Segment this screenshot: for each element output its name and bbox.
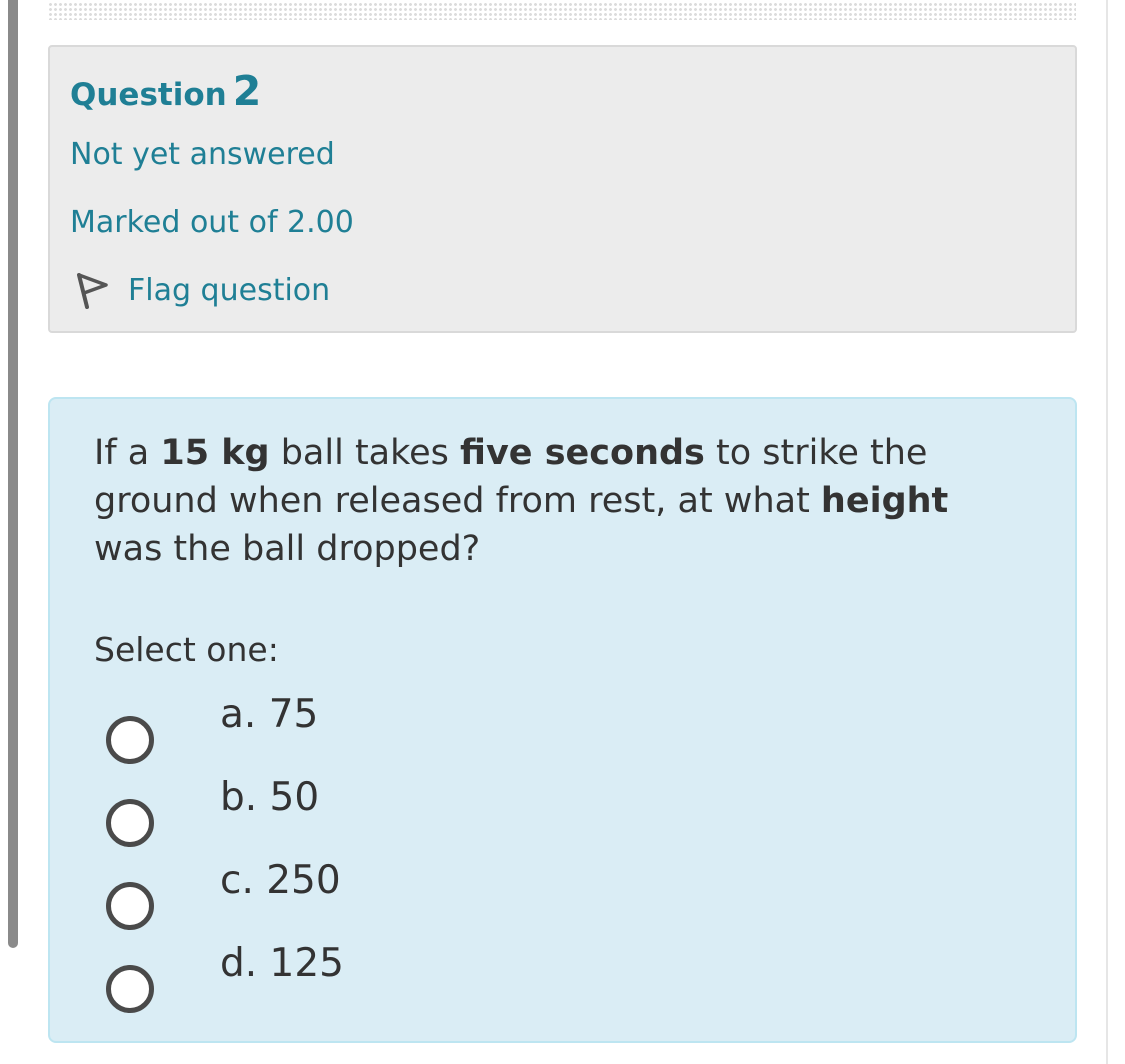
- radio-unchecked-icon[interactable]: [106, 715, 154, 764]
- answer-option-b[interactable]: b. 50: [106, 772, 706, 855]
- question-grade: Marked out of 2.00: [70, 205, 354, 240]
- question-text-emphasis: five seconds: [460, 433, 705, 473]
- answer-list: a. 75 b. 50 c. 250 d. 125: [106, 689, 706, 1021]
- answer-label-d[interactable]: d. 125: [220, 940, 344, 988]
- question-state: Not yet answered: [70, 137, 335, 172]
- question-info-panel: Question 2 Not yet answered Marked out of…: [48, 45, 1077, 333]
- question-text-part: ball takes: [269, 433, 461, 473]
- answer-label-c[interactable]: c. 250: [220, 857, 341, 905]
- question-text-emphasis: height: [820, 481, 949, 521]
- question-heading: Question 2: [70, 69, 261, 117]
- question-text-emphasis: 15 kg: [160, 433, 270, 473]
- answer-option-d[interactable]: d. 125: [106, 938, 706, 1021]
- question-content-panel: If a 15 kg ball takes five seconds to st…: [48, 397, 1077, 1043]
- question-number: 2: [232, 67, 262, 115]
- answer-option-c[interactable]: c. 250: [106, 855, 706, 938]
- flag-icon: [72, 271, 110, 311]
- radio-unchecked-icon[interactable]: [106, 798, 154, 847]
- radio-unchecked-icon[interactable]: [106, 964, 154, 1013]
- flag-question-link[interactable]: Flag question: [72, 269, 330, 313]
- question-word: Question: [70, 77, 227, 113]
- radio-unchecked-icon[interactable]: [106, 881, 154, 930]
- page-border: [1106, 0, 1108, 1064]
- answer-label-a[interactable]: a. 75: [220, 691, 318, 739]
- quiz-page: Question 2 Not yet answered Marked out of…: [0, 0, 1125, 1064]
- question-text-part: was the ball dropped?: [94, 529, 481, 569]
- dotted-divider: [48, 2, 1076, 20]
- scrollbar[interactable]: [8, 0, 18, 948]
- answer-prompt: Select one:: [94, 630, 279, 669]
- answer-option-a[interactable]: a. 75: [106, 689, 706, 772]
- flag-question-label: Flag question: [128, 273, 331, 308]
- question-text-part: If a: [94, 433, 161, 473]
- question-text: If a 15 kg ball takes five seconds to st…: [94, 429, 994, 573]
- answer-label-b[interactable]: b. 50: [220, 774, 319, 822]
